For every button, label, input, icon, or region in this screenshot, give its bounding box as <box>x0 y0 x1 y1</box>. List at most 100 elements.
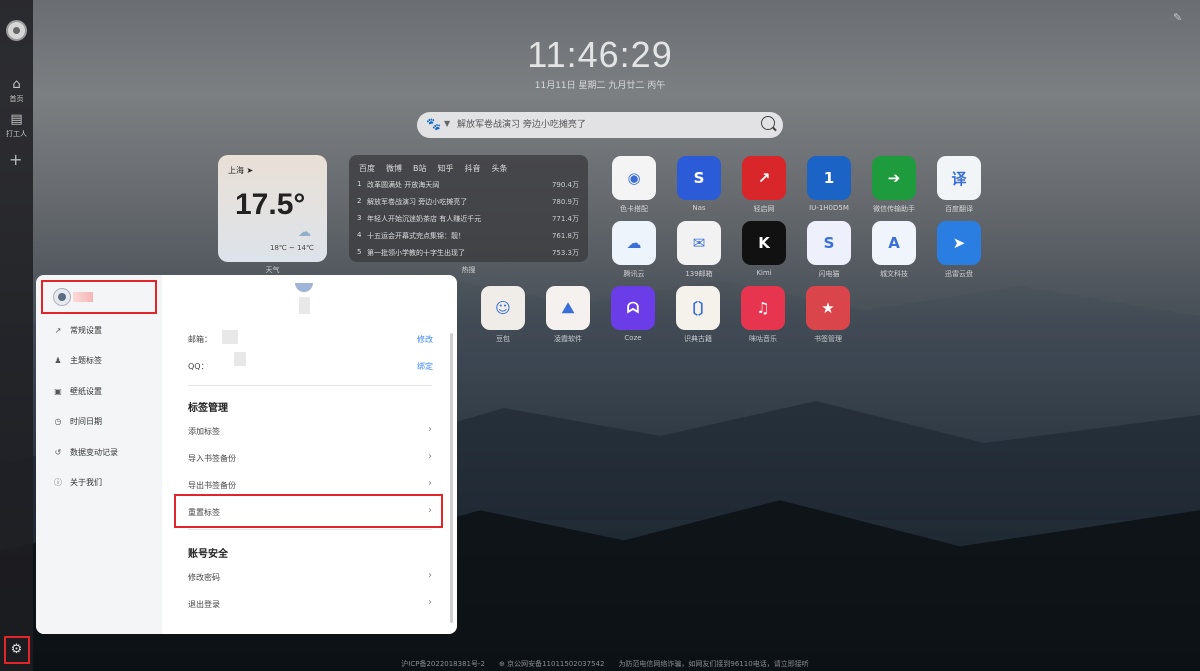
user-avatar[interactable] <box>53 288 71 306</box>
app-shortcut[interactable]: 〔〕 识典古籍 <box>676 286 720 344</box>
app-shortcut[interactable]: ★ 书签管理 <box>806 286 850 344</box>
app-shortcut[interactable]: ↗ 轻启网 <box>742 156 786 214</box>
search-input[interactable] <box>457 116 757 134</box>
email-edit-link[interactable]: 修改 <box>417 334 433 345</box>
app-label: 咪咕音乐 <box>749 335 777 343</box>
icp-link[interactable]: 沪ICP备2022018381号-2 <box>401 659 485 669</box>
menu-icon: ◷ <box>54 417 62 426</box>
settings-menu-item[interactable]: ↺ 数据变动记录 <box>52 445 118 459</box>
settings-menu-item[interactable]: ▣ 壁纸设置 <box>52 384 102 398</box>
weather-temp: 17.5° <box>235 188 306 221</box>
app-shortcut[interactable]: K Kimi <box>742 221 786 277</box>
app-label: Coze <box>624 334 642 342</box>
add-icon[interactable]: + <box>9 150 22 169</box>
hot-row[interactable]: 4 十五运会开幕式完点集锦：靓！ 761.8万 <box>357 231 579 243</box>
search-icon[interactable] <box>761 116 775 130</box>
hot-row[interactable]: 2 解放军卷战演习 旁边小吃摊亮了 780.9万 <box>357 197 579 209</box>
user-profile-highlight[interactable] <box>41 280 157 314</box>
chevron-right-icon: › <box>428 451 432 462</box>
hot-tab[interactable]: 知乎 <box>438 163 454 174</box>
app-shortcut[interactable]: ➔ 微信传输助手 <box>872 156 916 214</box>
account-option[interactable]: 修改密码 › <box>188 569 432 587</box>
menu-label: 常规设置 <box>70 325 102 335</box>
menu-icon: ♟ <box>54 356 62 365</box>
hot-tab[interactable]: 抖音 <box>465 163 481 174</box>
rail-item-worker[interactable]: ▤ 打工人 <box>0 113 33 139</box>
hot-row[interactable]: 5 第一批领小学教的十字生出现了 753.3万 <box>357 248 579 260</box>
app-shortcut[interactable]: 译百度翻译 <box>937 156 981 214</box>
settings-gear-icon[interactable]: ⚙ <box>7 640 26 659</box>
divider <box>188 529 432 530</box>
bookmark-option[interactable]: 导入书签备份 › <box>188 450 432 468</box>
app-shortcut[interactable]: A 城文科技 <box>872 221 916 279</box>
anti-fraud-notice: 为防范电信网络诈骗，如网友们接到96110电话，请立即接听 <box>618 660 809 668</box>
hot-row[interactable]: 1 改革圆满处 开放海天阔 790.4万 <box>357 180 579 192</box>
app-label: 城文科技 <box>880 270 908 278</box>
app-shortcut[interactable]: ✉ 139邮箱 <box>677 221 721 279</box>
weather-widget[interactable]: 上海 ➤ 17.5° ☁ 18℃ ~ 14℃ <box>218 155 327 262</box>
app-icon: ◉ <box>612 156 656 200</box>
app-shortcut[interactable]: ☺ 豆包 <box>481 286 525 344</box>
baidu-paw-icon[interactable]: 🐾 <box>426 117 441 131</box>
app-label: 凌霞软件 <box>554 335 582 343</box>
app-shortcut[interactable]: S 闪电猫 <box>807 221 851 279</box>
chevron-down-icon[interactable]: ▼ <box>444 119 450 128</box>
settings-menu-item[interactable]: ◷ 时间日期 <box>52 415 103 429</box>
option-label: 导入书签备份 <box>188 454 236 463</box>
app-shortcut[interactable]: ◉ 色卡搭配 <box>612 156 656 214</box>
hot-tab[interactable]: 微博 <box>386 163 402 174</box>
hot-title: 年轻人开始沉迷奶茶店 有人赚近千元 <box>367 215 482 223</box>
app-label: 139邮箱 <box>685 270 713 278</box>
settings-panel: ↗ 常规设置 ♟ 主题标签 ▣ 壁纸设置 ◷ 时间日期 ↺ 数据变动记录 ⓘ 关于我们 邮箱： 修改 … <box>36 275 457 634</box>
menu-icon: ↺ <box>54 447 62 457</box>
app-shortcut[interactable]: 1 IU-1H0D5M <box>807 156 851 212</box>
option-label: 导出书签备份 <box>188 481 236 490</box>
app-icon: A <box>872 221 916 265</box>
app-label: 书签管理 <box>814 335 842 343</box>
bookmark-option[interactable]: 添加标签 › <box>188 423 432 441</box>
hot-value: 771.4万 <box>551 215 579 223</box>
app-icon: K <box>742 221 786 265</box>
app-label: 识典古籍 <box>684 335 712 343</box>
hot-tab[interactable]: B站 <box>413 163 427 174</box>
settings-sidebar: ↗ 常规设置 ♟ 主题标签 ▣ 壁纸设置 ◷ 时间日期 ↺ 数据变动记录 ⓘ 关于我们 <box>36 275 162 634</box>
edit-pencil-icon[interactable]: ✎ <box>1173 11 1182 24</box>
app-icon: ➔ <box>872 156 916 200</box>
hot-tab[interactable]: 百度 <box>359 163 375 174</box>
hot-tab[interactable]: 头条 <box>492 163 508 174</box>
settings-menu-item[interactable]: ♟ 主题标签 <box>52 354 102 368</box>
clock-time: 11:46:29 <box>527 34 673 75</box>
account-option[interactable]: 退出登录 › <box>188 596 432 614</box>
email-label: 邮箱： <box>188 335 212 344</box>
menu-label: 时间日期 <box>70 417 102 426</box>
app-shortcut[interactable]: ☁ 腾讯云 <box>612 221 656 279</box>
clock-date: 11月11日 星期二 九月廿二 丙午 <box>534 81 666 91</box>
app-shortcut[interactable]: ⛰ 凌霞软件 <box>546 286 590 344</box>
briefcase-icon: ▤ <box>10 112 23 127</box>
app-label: 色卡搭配 <box>620 205 648 213</box>
app-label: 闪电猫 <box>818 270 840 278</box>
app-shortcut[interactable]: ➤ 迅雷云盘 <box>937 221 981 279</box>
app-label: 微信传输助手 <box>873 205 915 213</box>
app-shortcut[interactable]: ♫ 咪咕音乐 <box>741 286 785 344</box>
hot-search-widget: 百度 微博 B站 知乎 抖音 头条 1 改革圆满处 开放海天阔 790.4万 2 解放军卷战演习 … <box>349 155 588 262</box>
app-label: 豆包 <box>496 335 510 343</box>
settings-menu-item[interactable]: ↗ 常规设置 <box>52 323 102 337</box>
police-link[interactable]: ⊕ 京公网安备11011502037542 <box>499 659 604 669</box>
settings-menu-item[interactable]: ⓘ 关于我们 <box>52 476 102 490</box>
weather-range: 18℃ ~ 14℃ <box>270 244 314 252</box>
app-shortcut[interactable]: ᗣ Coze <box>611 286 655 342</box>
app-icon: ☺ <box>481 286 525 330</box>
app-shortcut[interactable]: S Nas <box>677 156 721 212</box>
hot-row[interactable]: 3 年轻人开始沉迷奶茶店 有人赚近千元 771.4万 <box>357 214 579 226</box>
app-label: Kimi <box>756 269 772 277</box>
settings-content: 邮箱： 修改 QQ： 绑定 标签管理 添加标签 › 导入书签备份 › 导出书签备份 › 重置… <box>162 275 457 634</box>
menu-label: 数据变动记录 <box>70 447 118 457</box>
chevron-right-icon: › <box>428 570 432 581</box>
qq-bind-link[interactable]: 绑定 <box>417 361 433 372</box>
hot-label: 热搜 <box>461 266 476 274</box>
qq-label: QQ： <box>188 362 209 371</box>
bookmark-option[interactable]: 导出书签备份 › <box>188 477 432 495</box>
panel-scrollbar[interactable] <box>450 333 453 623</box>
menu-icon: ⓘ <box>54 478 62 487</box>
